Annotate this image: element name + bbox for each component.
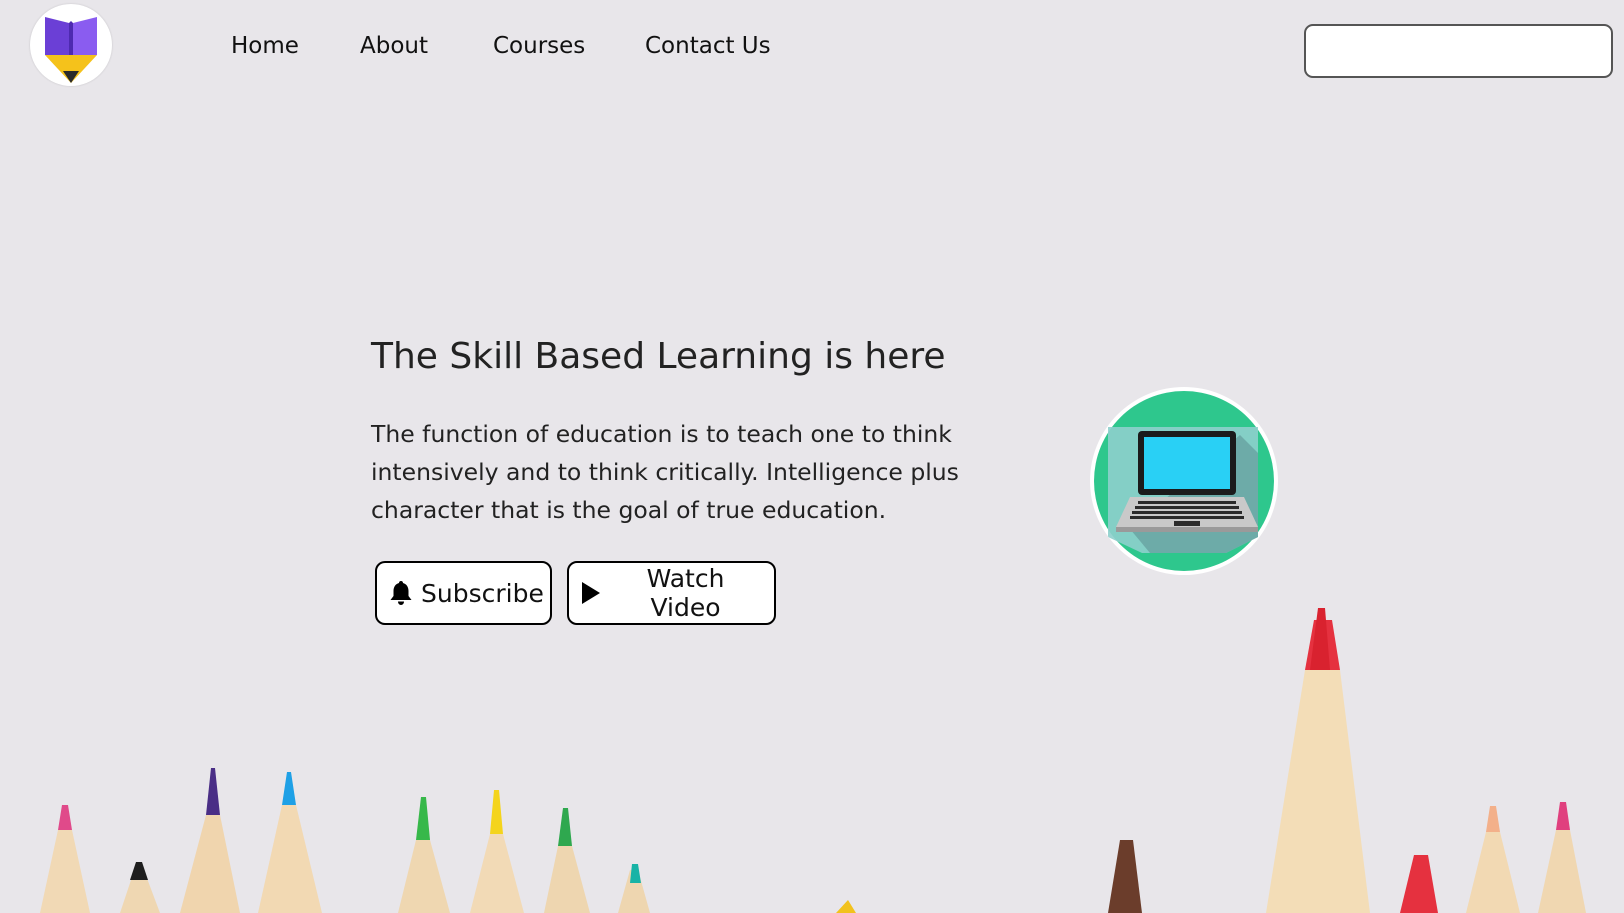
- colored-pencils-background: [40, 608, 1586, 913]
- nav-about-link[interactable]: About: [360, 28, 428, 64]
- site-logo[interactable]: [30, 4, 112, 86]
- pencil-red-large: [1266, 608, 1370, 913]
- nav-home-link[interactable]: Home: [231, 28, 299, 64]
- pencil-small-yellow: [836, 900, 856, 913]
- pencil-green-1: [398, 797, 450, 913]
- nav-contact-link[interactable]: Contact Us: [645, 28, 771, 64]
- hero-description: The function of education is to teach on…: [371, 420, 959, 524]
- hero-title: The Skill Based Learning is here: [371, 336, 946, 377]
- pencil-green-2: [544, 808, 590, 913]
- pencil-purple: [180, 768, 240, 913]
- nav-courses-link[interactable]: Courses: [493, 28, 585, 64]
- pencil-brown: [1108, 840, 1142, 913]
- laptop-icon: [1094, 391, 1274, 571]
- book-pencil-logo-icon: [45, 17, 97, 83]
- search-input[interactable]: [1304, 24, 1613, 78]
- pencil-red-small: [1400, 855, 1438, 913]
- pencil-blue: [258, 772, 322, 913]
- pencil-black: [120, 862, 160, 913]
- pencil-yellow: [470, 790, 524, 913]
- pencil-magenta: [1538, 802, 1586, 913]
- pencil-pink-left: [40, 805, 90, 913]
- laptop-illustration: [1090, 387, 1278, 575]
- pencil-peach: [1466, 806, 1520, 913]
- pencil-teal: [618, 864, 650, 913]
